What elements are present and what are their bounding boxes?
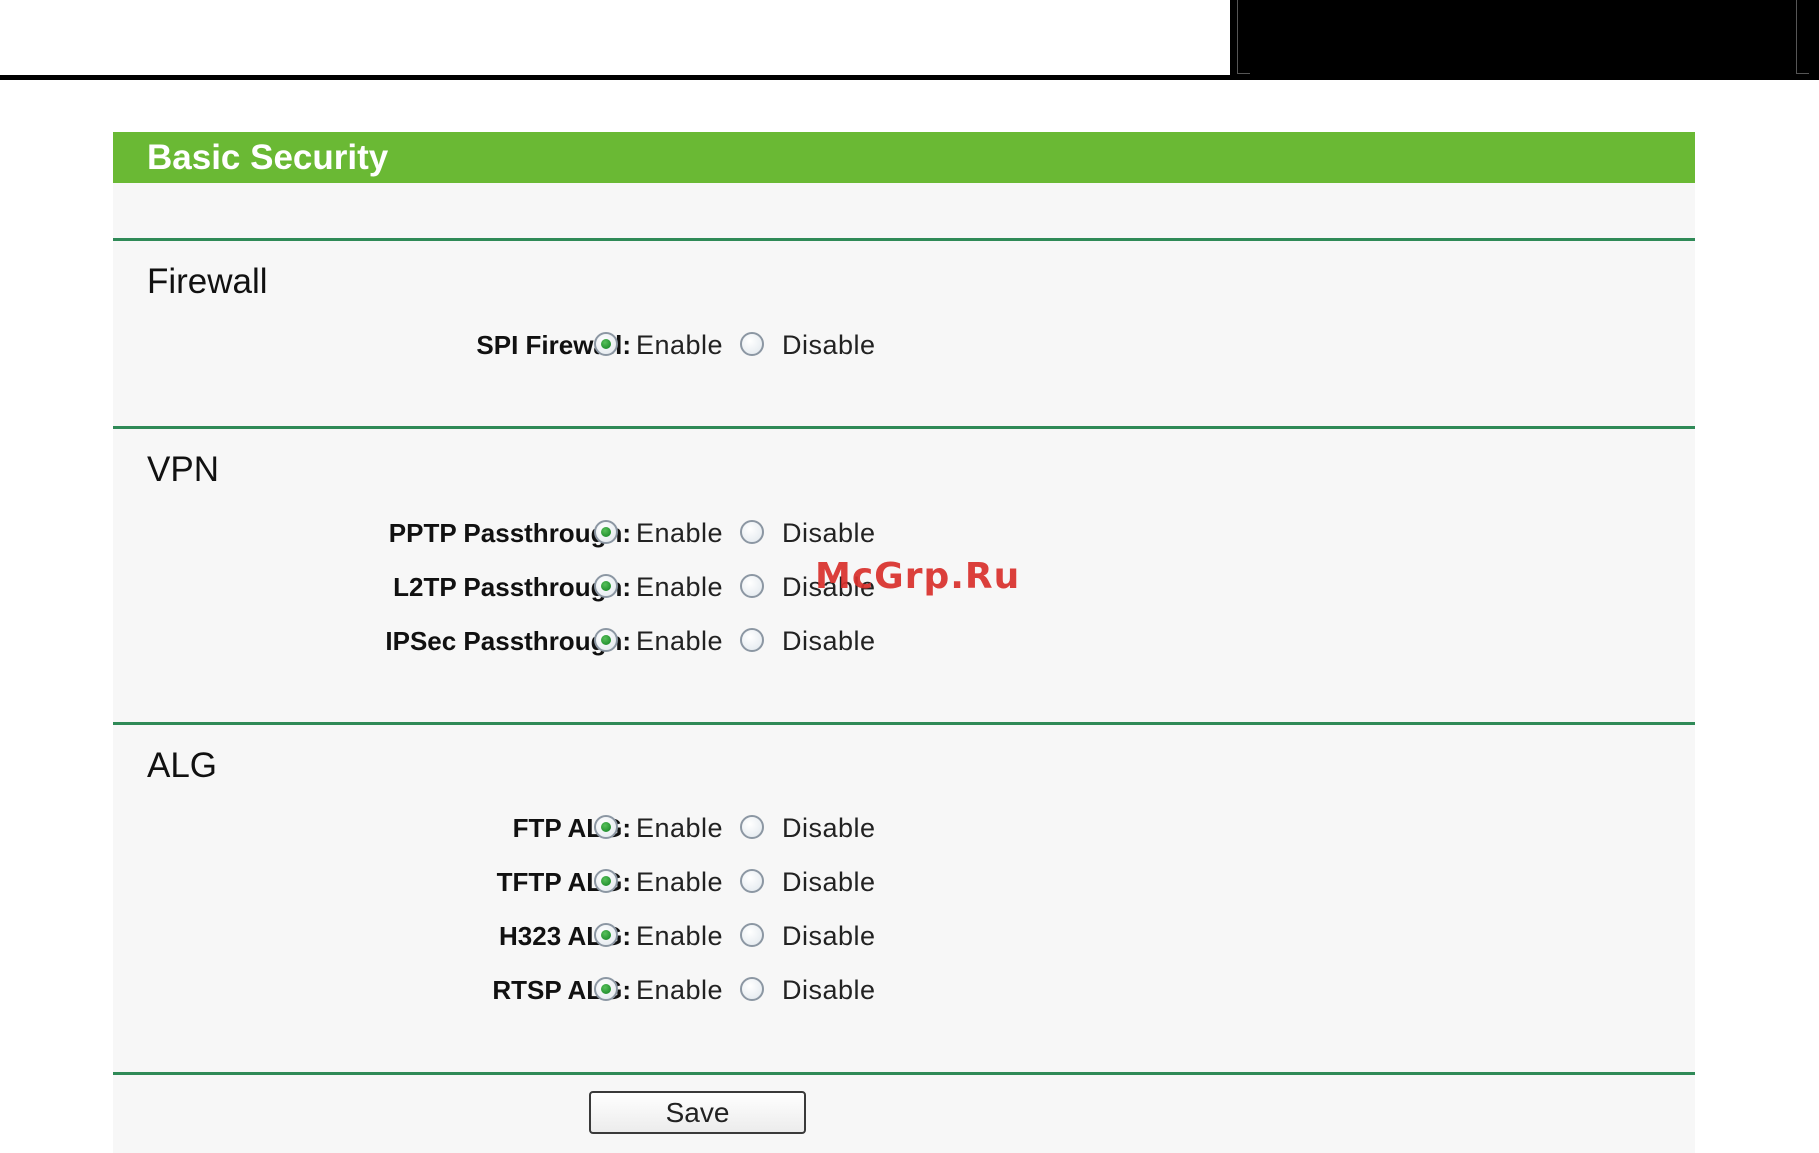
radio-checked-icon[interactable] xyxy=(594,869,618,893)
radio-label: Enable xyxy=(636,813,724,843)
radio-label: Enable xyxy=(636,867,724,897)
setting-row-h323-alg: H323 ALG: Enable Disable xyxy=(113,916,1695,956)
section-divider xyxy=(113,1072,1695,1075)
radio-label: Disable xyxy=(782,626,876,656)
section-title-alg: ALG xyxy=(147,746,218,785)
radio-checked-icon[interactable] xyxy=(594,628,618,652)
radio-unchecked-icon[interactable] xyxy=(740,869,764,893)
section-title-vpn: VPN xyxy=(147,450,219,489)
setting-row-rtsp-alg: RTSP ALG: Enable Disable xyxy=(113,970,1695,1010)
setting-row-tftp-alg: TFTP ALG: Enable Disable xyxy=(113,862,1695,902)
setting-row-spi-firewall: SPI Firewall: Enable Disable xyxy=(113,325,1695,365)
radio-unchecked-icon[interactable] xyxy=(740,923,764,947)
radio-unchecked-icon[interactable] xyxy=(740,977,764,1001)
radio-label: Disable xyxy=(782,975,876,1005)
section-title-firewall: Firewall xyxy=(147,262,268,301)
crop-mark xyxy=(1237,0,1250,74)
radio-unchecked-icon[interactable] xyxy=(740,520,764,544)
radio-label: Disable xyxy=(782,813,876,843)
setting-row-ipsec: IPSec Passthrough: Enable Disable xyxy=(113,621,1695,661)
radio-unchecked-icon[interactable] xyxy=(740,628,764,652)
radio-unchecked-icon[interactable] xyxy=(740,332,764,356)
setting-row-ftp-alg: FTP ALG: Enable Disable xyxy=(113,808,1695,848)
basic-security-panel: Basic Security Firewall SPI Firewall: En… xyxy=(113,132,1695,1153)
radio-unchecked-icon[interactable] xyxy=(740,574,764,598)
save-button[interactable]: Save xyxy=(589,1091,806,1134)
radio-label: Enable xyxy=(636,921,724,951)
radio-checked-icon[interactable] xyxy=(594,520,618,544)
watermark: McGrp.Ru xyxy=(815,556,1021,597)
corner-block xyxy=(1230,0,1819,80)
radio-checked-icon[interactable] xyxy=(594,574,618,598)
section-divider xyxy=(113,426,1695,429)
radio-label: Disable xyxy=(782,921,876,951)
radio-checked-icon[interactable] xyxy=(594,332,618,356)
radio-checked-icon[interactable] xyxy=(594,815,618,839)
radio-label: Enable xyxy=(636,330,724,360)
radio-label: Enable xyxy=(636,975,724,1005)
page-title: Basic Security xyxy=(147,138,389,177)
radio-label: Enable xyxy=(636,572,724,602)
section-divider xyxy=(113,722,1695,725)
section-divider xyxy=(113,238,1695,241)
crop-mark xyxy=(1796,0,1809,74)
radio-label: Disable xyxy=(782,518,876,548)
radio-checked-icon[interactable] xyxy=(594,977,618,1001)
panel-header: Basic Security xyxy=(113,132,1695,183)
radio-label: Enable xyxy=(636,626,724,656)
setting-row-pptp: PPTP Passthrough: Enable Disable xyxy=(113,513,1695,553)
radio-label: Disable xyxy=(782,867,876,897)
radio-label: Disable xyxy=(782,330,876,360)
radio-label: Enable xyxy=(636,518,724,548)
radio-checked-icon[interactable] xyxy=(594,923,618,947)
radio-unchecked-icon[interactable] xyxy=(740,815,764,839)
